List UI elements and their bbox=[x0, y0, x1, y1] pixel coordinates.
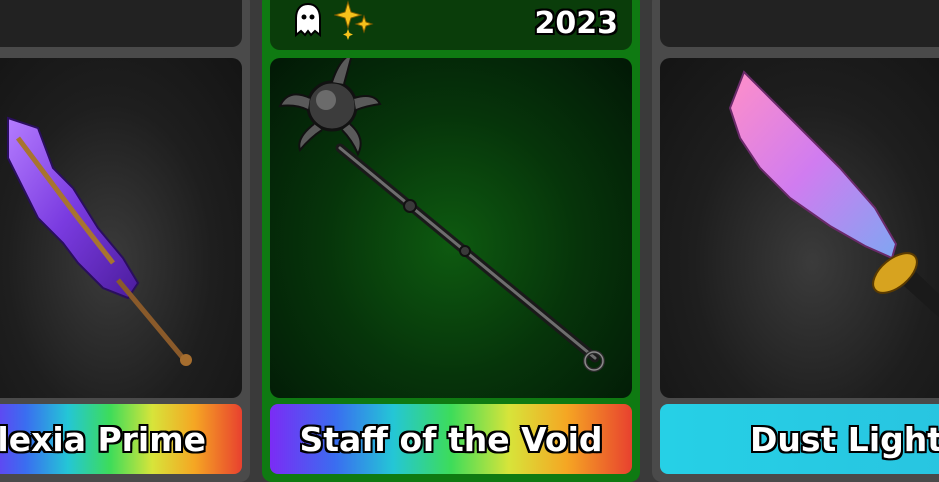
item-card-right[interactable]: Dust Light bbox=[652, 0, 939, 482]
item-card-left[interactable]: plexia Prime bbox=[0, 0, 250, 482]
item-card-selected[interactable]: 2023 Staff of the Void bbox=[262, 0, 640, 482]
card-top-bar bbox=[0, 0, 242, 47]
item-name: plexia Prime bbox=[0, 419, 206, 459]
year-badge: 2023 bbox=[534, 6, 619, 41]
card-top-bar bbox=[660, 0, 939, 47]
item-name: Staff of the Void bbox=[299, 419, 603, 459]
pink-knife-image bbox=[728, 70, 939, 318]
staff-image bbox=[278, 58, 605, 372]
item-image-area bbox=[660, 58, 939, 398]
purple-sword-image bbox=[7, 116, 192, 366]
item-image-area bbox=[0, 58, 242, 398]
card-top-bar: 2023 bbox=[270, 0, 632, 50]
item-image-area bbox=[270, 58, 632, 398]
item-name-bar: plexia Prime bbox=[0, 404, 242, 474]
item-name: Dust Light bbox=[750, 419, 939, 459]
sparkle-icon bbox=[334, 0, 374, 40]
item-name-bar: Dust Light bbox=[660, 404, 939, 474]
ghost-icon bbox=[295, 2, 321, 38]
item-name-bar: Staff of the Void bbox=[270, 404, 632, 474]
